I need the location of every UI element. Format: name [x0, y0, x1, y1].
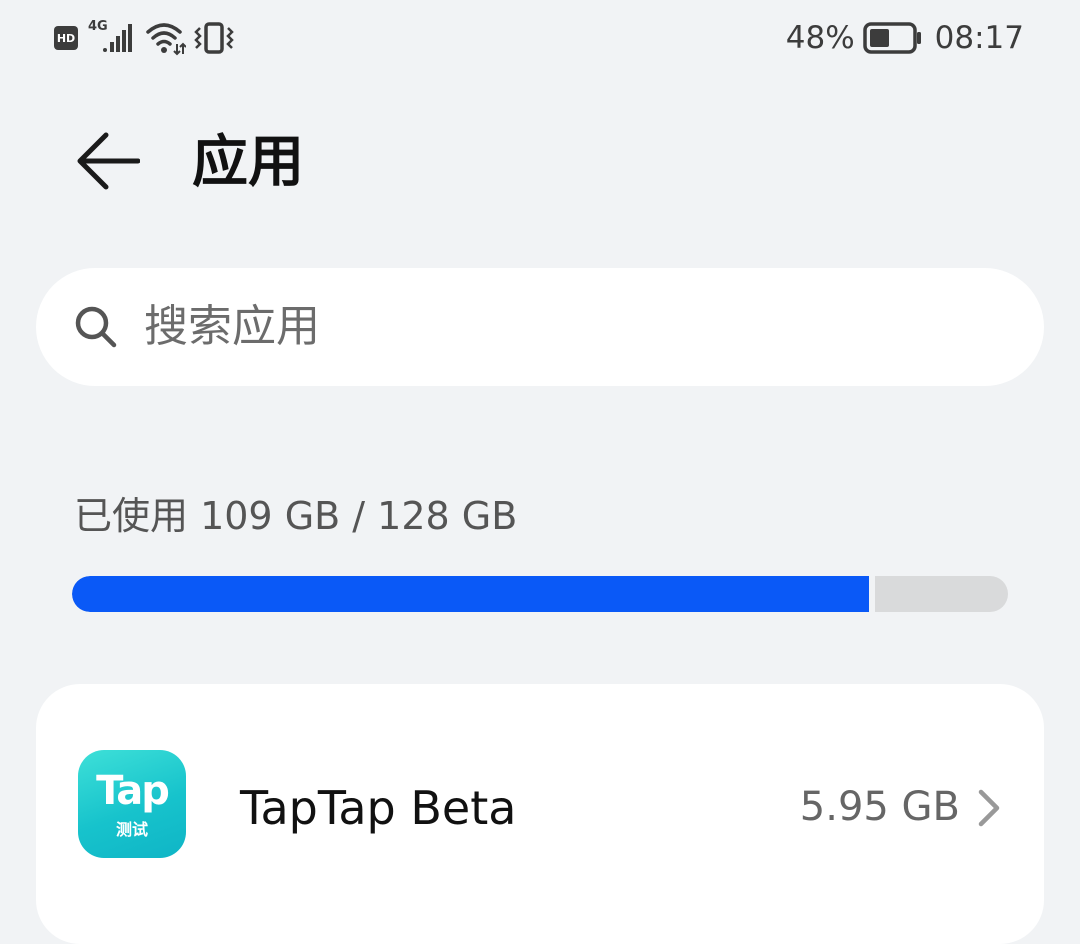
app-list-card: Tap 测试 TapTap Beta 5.95 GB — [36, 684, 1044, 944]
page-title: 应用 — [192, 130, 304, 195]
arrow-left-icon — [77, 132, 140, 190]
vibrate-icon — [194, 20, 234, 56]
chevron-right-icon — [974, 788, 1004, 828]
search-icon — [74, 305, 118, 349]
wifi-icon — [146, 20, 187, 56]
status-bar-left: HD 4G — [54, 18, 234, 58]
search-placeholder: 搜索应用 — [144, 301, 320, 352]
battery-percent: 48% — [785, 20, 855, 56]
clock: 08:17 — [934, 20, 1024, 56]
app-name: TapTap Beta — [240, 781, 517, 835]
status-bar: HD 4G 48% 08:17 — [0, 0, 1080, 78]
status-bar-right: 48% 08:17 — [786, 18, 1024, 58]
app-list-item[interactable]: Tap 测试 TapTap Beta 5.95 GB — [36, 684, 1044, 930]
storage-usage-label: 已使用 109 GB / 128 GB — [74, 494, 518, 538]
search-input[interactable]: 搜索应用 — [36, 268, 1044, 386]
taptap-app-icon: Tap 测试 — [78, 750, 186, 858]
storage-progress-divider — [869, 576, 875, 612]
hd-icon: HD — [54, 26, 78, 50]
storage-progress-fill — [72, 576, 869, 612]
back-button[interactable] — [70, 126, 146, 196]
app-icon-text: Tap — [96, 768, 170, 814]
battery-icon — [862, 21, 923, 55]
cellular-signal-icon: 4G — [88, 20, 136, 56]
app-icon-subtext: 测试 — [115, 820, 148, 839]
app-size: 5.95 GB — [799, 784, 960, 830]
storage-progress-bar — [72, 576, 1008, 612]
